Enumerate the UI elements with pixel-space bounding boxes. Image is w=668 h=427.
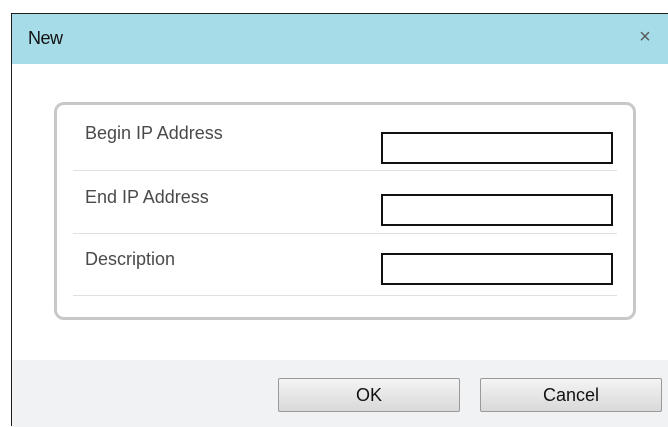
dialog-titlebar: New × bbox=[12, 14, 668, 64]
description-input[interactable] bbox=[381, 253, 613, 285]
ok-button[interactable]: OK bbox=[278, 378, 460, 412]
form-row-begin-ip: Begin IP Address bbox=[73, 105, 617, 171]
cancel-button[interactable]: Cancel bbox=[480, 378, 662, 412]
close-icon[interactable]: × bbox=[633, 24, 657, 50]
form-row-end-ip: End IP Address bbox=[73, 171, 617, 234]
end-ip-label: End IP Address bbox=[85, 187, 209, 207]
begin-ip-label: Begin IP Address bbox=[85, 123, 223, 143]
dialog-title: New bbox=[28, 28, 63, 48]
form-row-description: Description bbox=[73, 234, 617, 296]
ip-range-form: Begin IP Address End IP Address Descript… bbox=[54, 102, 636, 320]
begin-ip-input[interactable] bbox=[381, 132, 613, 164]
dialog-footer: OK Cancel bbox=[12, 360, 668, 427]
description-label: Description bbox=[85, 249, 176, 269]
end-ip-input[interactable] bbox=[381, 194, 613, 226]
new-dialog: New × Begin IP Address End IP Address De… bbox=[11, 13, 668, 427]
